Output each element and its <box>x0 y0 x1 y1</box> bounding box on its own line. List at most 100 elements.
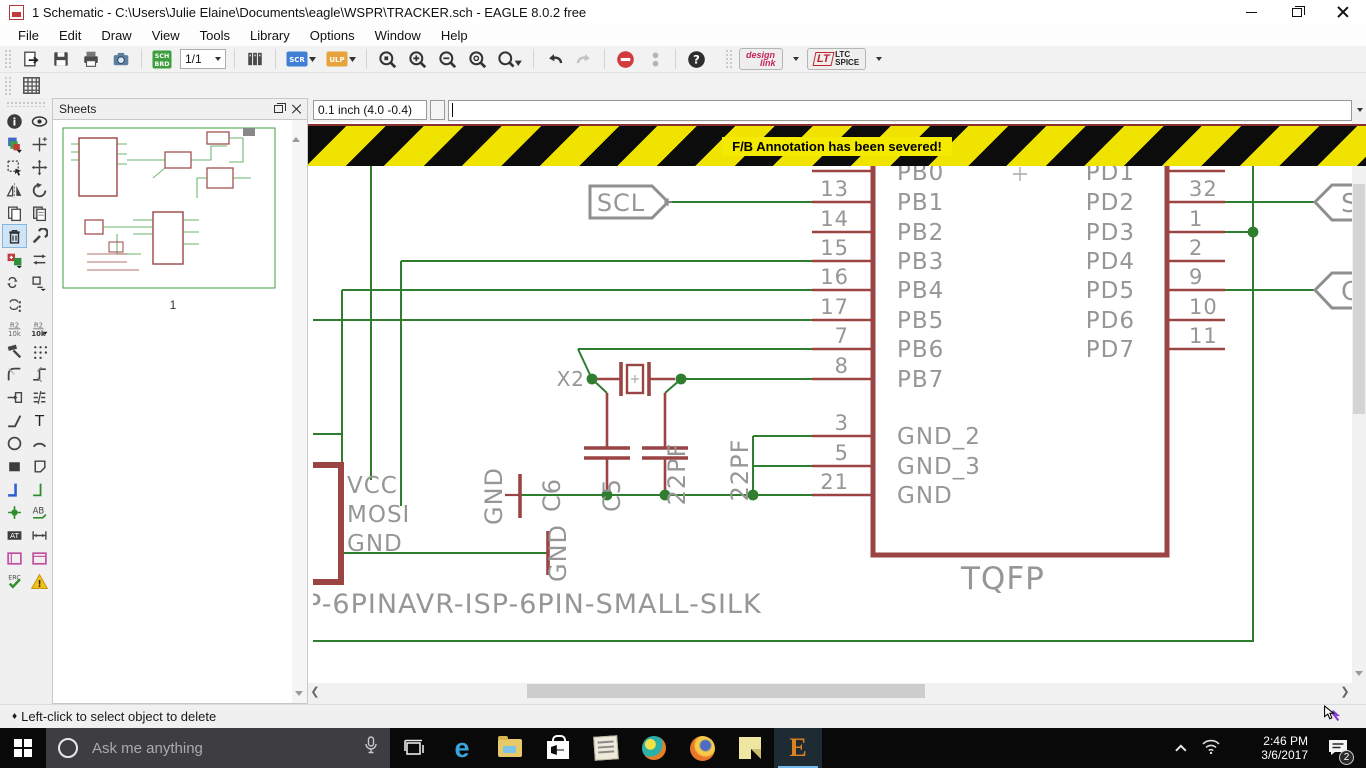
menu-draw[interactable]: Draw <box>91 26 141 45</box>
polygon-tool[interactable] <box>28 455 51 477</box>
go-button[interactable] <box>642 47 668 71</box>
optimize-tool[interactable] <box>28 386 51 408</box>
zoom-fit-button[interactable] <box>374 47 400 71</box>
taskbar-edge[interactable]: e <box>438 728 486 768</box>
close-button[interactable] <box>1320 0 1366 24</box>
float-panel-icon[interactable] <box>274 105 283 113</box>
task-view-button[interactable] <box>390 728 438 768</box>
arc-tool[interactable] <box>28 432 51 454</box>
gateswap-tool[interactable] <box>28 271 51 293</box>
library-button[interactable] <box>242 47 268 71</box>
label-tool[interactable]: AB <box>28 501 51 523</box>
coordinate-mode-button[interactable] <box>430 100 445 120</box>
taskbar-media-app[interactable] <box>630 728 678 768</box>
command-input[interactable] <box>448 100 1352 121</box>
wire-tool[interactable] <box>3 409 26 431</box>
sheet-thumbnail[interactable] <box>57 124 295 299</box>
menu-file[interactable]: File <box>8 26 49 45</box>
start-button[interactable] <box>0 728 46 768</box>
redo-button[interactable] <box>571 47 597 71</box>
ltc-spice-dropdown[interactable] <box>870 47 886 71</box>
run-script-button[interactable]: SCR <box>283 47 319 71</box>
replace-tool[interactable] <box>3 271 26 293</box>
taskbar-eagle[interactable]: E <box>774 728 822 768</box>
bus-tool[interactable] <box>3 478 26 500</box>
tray-expand-button[interactable] <box>1170 739 1196 757</box>
horizontal-scrollbar[interactable]: ❮ ❯ <box>308 683 1352 699</box>
microphone-icon[interactable] <box>364 736 378 760</box>
run-ulp-button[interactable]: ULP <box>323 47 359 71</box>
group-tool[interactable] <box>3 156 26 178</box>
smash-tool[interactable] <box>3 340 26 362</box>
value-tool[interactable]: R210k <box>28 317 51 339</box>
scroll-down-icon[interactable] <box>1355 671 1363 676</box>
pinswap-tool[interactable] <box>28 248 51 270</box>
miter-tool[interactable] <box>3 363 26 385</box>
scroll-left-icon[interactable]: ❮ <box>308 685 322 698</box>
menu-tools[interactable]: Tools <box>190 26 240 45</box>
zoom-select-button[interactable] <box>494 47 526 71</box>
sheet-selector[interactable]: 1/1 <box>180 49 226 69</box>
close-panel-icon[interactable] <box>291 104 301 114</box>
errors-tool[interactable]: ! <box>28 570 51 592</box>
name-tool[interactable]: R210k <box>3 317 26 339</box>
taskbar-search-input[interactable]: Ask me anything <box>46 728 390 768</box>
copy-tool[interactable] <box>3 202 26 224</box>
export-image-button[interactable] <box>108 47 134 71</box>
vertical-scroll-thumb[interactable] <box>1353 184 1365 414</box>
sheet-number[interactable]: 1 <box>53 298 293 312</box>
taskbar-sticky-notes[interactable] <box>726 728 774 768</box>
action-center-button[interactable]: 2 <box>1318 738 1358 758</box>
paste-tool[interactable] <box>28 202 51 224</box>
sheets-panel-header[interactable]: Sheets <box>53 99 307 120</box>
stop-button[interactable] <box>612 47 638 71</box>
display-layers-tool[interactable] <box>3 133 26 155</box>
add-part-tool[interactable] <box>3 248 26 270</box>
zoom-in-button[interactable] <box>404 47 430 71</box>
rotate-tool[interactable] <box>28 179 51 201</box>
menu-edit[interactable]: Edit <box>49 26 91 45</box>
text-tool[interactable]: T <box>28 409 51 431</box>
menu-help[interactable]: Help <box>431 26 478 45</box>
attribute-tool[interactable]: AT <box>3 524 26 546</box>
design-link-dropdown[interactable] <box>787 47 803 71</box>
taskbar-clock[interactable]: 2:46 PM 3/6/2017 <box>1234 734 1308 762</box>
frame2-tool[interactable] <box>28 547 51 569</box>
undo-button[interactable] <box>541 47 567 71</box>
open-button[interactable] <box>18 47 44 71</box>
save-button[interactable] <box>48 47 74 71</box>
taskbar-file-explorer[interactable] <box>486 728 534 768</box>
zoom-redraw-button[interactable] <box>464 47 490 71</box>
scroll-right-icon[interactable]: ❯ <box>1338 685 1352 698</box>
help-button[interactable]: ? <box>683 47 709 71</box>
horizontal-scroll-thumb[interactable] <box>527 684 925 698</box>
erc-tool[interactable]: ERC <box>3 570 26 592</box>
change-tool[interactable] <box>28 225 51 247</box>
design-link-button[interactable]: designlink <box>739 48 783 70</box>
zoom-out-button[interactable] <box>434 47 460 71</box>
net-tool[interactable] <box>28 478 51 500</box>
menu-options[interactable]: Options <box>300 26 365 45</box>
info-tool[interactable]: i <box>3 110 26 132</box>
frame-tool[interactable] <box>3 547 26 569</box>
rect-tool[interactable] <box>3 455 26 477</box>
delete-tool[interactable] <box>3 225 26 247</box>
invoke-tool[interactable] <box>3 386 26 408</box>
sheets-scrollbar[interactable] <box>292 120 307 703</box>
mirror-tool[interactable] <box>3 179 26 201</box>
vertical-scrollbar[interactable] <box>1352 122 1366 683</box>
move-tool[interactable] <box>28 156 51 178</box>
mark-tool[interactable] <box>28 133 51 155</box>
switch-sch-brd-button[interactable]: SCHBRD <box>149 47 175 71</box>
maximize-button[interactable] <box>1274 0 1320 24</box>
taskbar-firefox[interactable] <box>678 728 726 768</box>
dimension-tool[interactable] <box>28 524 51 546</box>
wifi-indicator[interactable] <box>1196 738 1226 759</box>
scroll-up-icon[interactable] <box>292 120 300 142</box>
show-tool[interactable] <box>28 110 51 132</box>
grid-button[interactable] <box>18 74 44 98</box>
ltc-spice-button[interactable]: LT LTCSPICE <box>807 48 867 70</box>
menu-library[interactable]: Library <box>240 26 300 45</box>
split-tool[interactable] <box>28 363 51 385</box>
pattern-tool[interactable] <box>28 340 51 362</box>
